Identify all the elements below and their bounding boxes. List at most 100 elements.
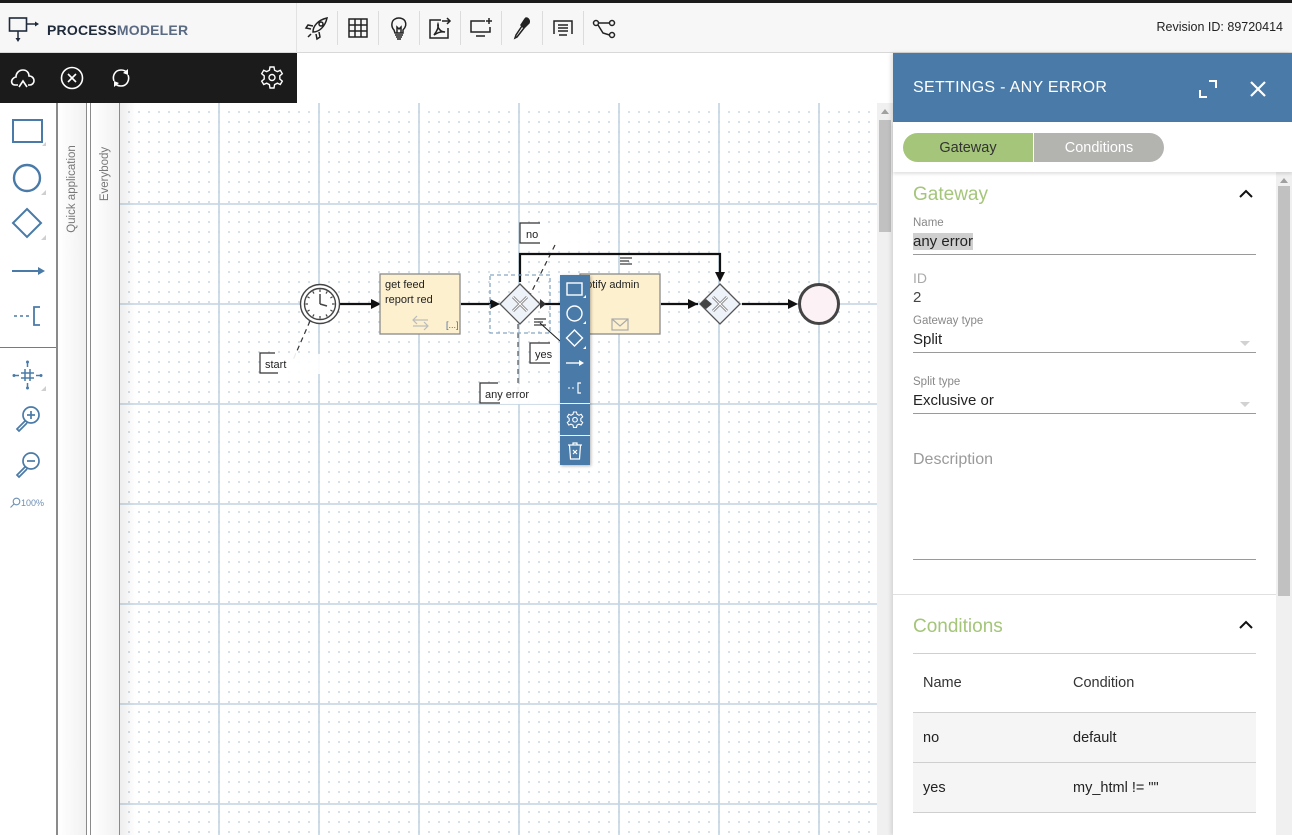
task-notify-admin[interactable]: notify admin: [579, 273, 661, 335]
id-value: 2: [913, 289, 922, 306]
grid-icon: [348, 18, 368, 38]
settings-panel: SETTINGS - ANY ERROR Gateway Conditions …: [893, 53, 1292, 835]
lane-everybody[interactable]: Everybody: [90, 103, 120, 835]
split-type-value: Exclusive or: [913, 392, 994, 409]
label-start[interactable]: start: [259, 352, 338, 374]
panel-scrollbar[interactable]: [1276, 172, 1292, 835]
text-button[interactable]: [543, 3, 583, 53]
timer-start-event[interactable]: [299, 283, 341, 325]
scrollbar-thumb[interactable]: [1278, 186, 1290, 596]
palette-divider: [0, 347, 56, 348]
split-type-select[interactable]: Exclusive or: [913, 392, 1256, 414]
append-task-button[interactable]: [560, 278, 590, 302]
share-icon: [592, 19, 616, 39]
dropdown-arrow-icon: [1240, 402, 1250, 407]
add-screen-icon: [470, 18, 492, 37]
delete-button[interactable]: [560, 439, 590, 463]
section-divider: [893, 594, 1276, 595]
split-type-label: Split type: [913, 376, 961, 388]
app-name: PROCESSMODELER: [47, 22, 188, 38]
lane-label: Quick application: [66, 145, 78, 233]
end-event[interactable]: [798, 283, 840, 325]
main-toolbar: [296, 3, 624, 53]
zoom-out-icon: [15, 452, 40, 479]
table-row[interactable]: no default: [913, 712, 1256, 763]
label-text: yes: [535, 349, 553, 361]
zoom-in-button[interactable]: [8, 401, 48, 437]
grid-lines: [120, 103, 877, 835]
reload-button[interactable]: [107, 64, 135, 92]
conditions-table: Name Condition no default yes my_html !=…: [913, 653, 1256, 813]
palette-gateway[interactable]: [8, 206, 48, 242]
revision-id: Revision ID: 89720414: [1156, 20, 1283, 34]
canvas-scrollbar[interactable]: [877, 103, 893, 835]
chevron-up-icon[interactable]: [1238, 187, 1254, 199]
discard-button[interactable]: [58, 64, 86, 92]
event-circle-icon: [566, 305, 586, 324]
lane-label: Everybody: [99, 146, 111, 202]
gateway-any-error[interactable]: [499, 283, 546, 325]
annotate-button[interactable]: [560, 375, 590, 399]
palette-task[interactable]: [8, 115, 48, 151]
palette-event[interactable]: [8, 161, 48, 197]
default-marker: [540, 299, 546, 309]
gateway-type-value: Split: [913, 331, 943, 348]
expand-icon[interactable]: [1197, 78, 1219, 100]
scrollbar-thumb[interactable]: [879, 120, 891, 232]
gateway-type-select[interactable]: Split: [913, 331, 1256, 353]
palette-move[interactable]: [8, 357, 48, 393]
append-event-button[interactable]: [560, 302, 590, 326]
table-view-button[interactable]: [338, 3, 378, 53]
description-underline: [913, 559, 1256, 560]
name-input[interactable]: any error: [913, 233, 1256, 255]
append-gateway-button[interactable]: [560, 327, 590, 351]
diagram-canvas[interactable]: get feed report red [...] notify admin s…: [120, 103, 877, 835]
color-picker-button[interactable]: [502, 3, 542, 53]
app-name-light: MODELER: [116, 22, 189, 38]
diagram-svg: get feed report red [...] notify admin s…: [120, 103, 877, 835]
gateway-join[interactable]: [699, 283, 741, 325]
close-icon[interactable]: [1247, 78, 1269, 100]
element-settings-button[interactable]: [560, 408, 590, 432]
context-pad-divider: [560, 403, 590, 404]
scroll-up-arrow-icon[interactable]: [881, 109, 889, 114]
settings-button[interactable]: [258, 64, 286, 92]
label-text: no: [526, 229, 538, 241]
connect-button[interactable]: [560, 351, 590, 375]
table-row[interactable]: yes my_html != "": [913, 762, 1256, 813]
tab-gateway[interactable]: Gateway: [903, 133, 1033, 162]
label-yes[interactable]: yes: [529, 342, 560, 364]
label-any-error[interactable]: any error: [479, 382, 560, 404]
share-button[interactable]: [584, 3, 624, 53]
zoom-in-icon: [15, 406, 40, 433]
label-no[interactable]: no: [519, 222, 598, 244]
scroll-up-arrow-icon[interactable]: [1280, 178, 1288, 183]
description-input[interactable]: Description: [913, 451, 993, 469]
save-button[interactable]: [9, 64, 37, 92]
subprocess-marker-icon: [...]: [446, 320, 459, 330]
tab-conditions[interactable]: Conditions: [1034, 133, 1164, 162]
context-pad: [560, 275, 590, 465]
palette-flow[interactable]: [8, 253, 48, 289]
gear-icon: [566, 411, 584, 428]
sequence-flow-arrow-icon: [12, 267, 45, 275]
panel-tabs: Gateway Conditions: [893, 122, 1292, 172]
deploy-button[interactable]: [297, 3, 337, 53]
zoom-level-indicator[interactable]: 100%: [9, 497, 44, 509]
dropdown-arrow-icon: [1240, 341, 1250, 346]
zoom-out-button[interactable]: [8, 447, 48, 483]
export-pdf-button[interactable]: [420, 3, 460, 53]
label-text: start: [265, 359, 286, 371]
chevron-up-icon[interactable]: [1238, 618, 1254, 630]
lane-quick-application[interactable]: Quick application: [57, 103, 87, 835]
task-get-feed-report-red[interactable]: get feed report red [...]: [379, 273, 461, 335]
lightbulb-icon: [391, 17, 407, 40]
section-title-conditions: Conditions: [913, 616, 1003, 637]
palette-annotation[interactable]: [8, 298, 48, 334]
annotation-icon: [14, 306, 40, 326]
move-grid-icon: [12, 360, 46, 391]
cloud-upload-icon: [10, 69, 35, 88]
tips-button[interactable]: [379, 3, 419, 53]
rocket-icon: [304, 17, 328, 41]
add-screen-button[interactable]: [461, 3, 501, 53]
